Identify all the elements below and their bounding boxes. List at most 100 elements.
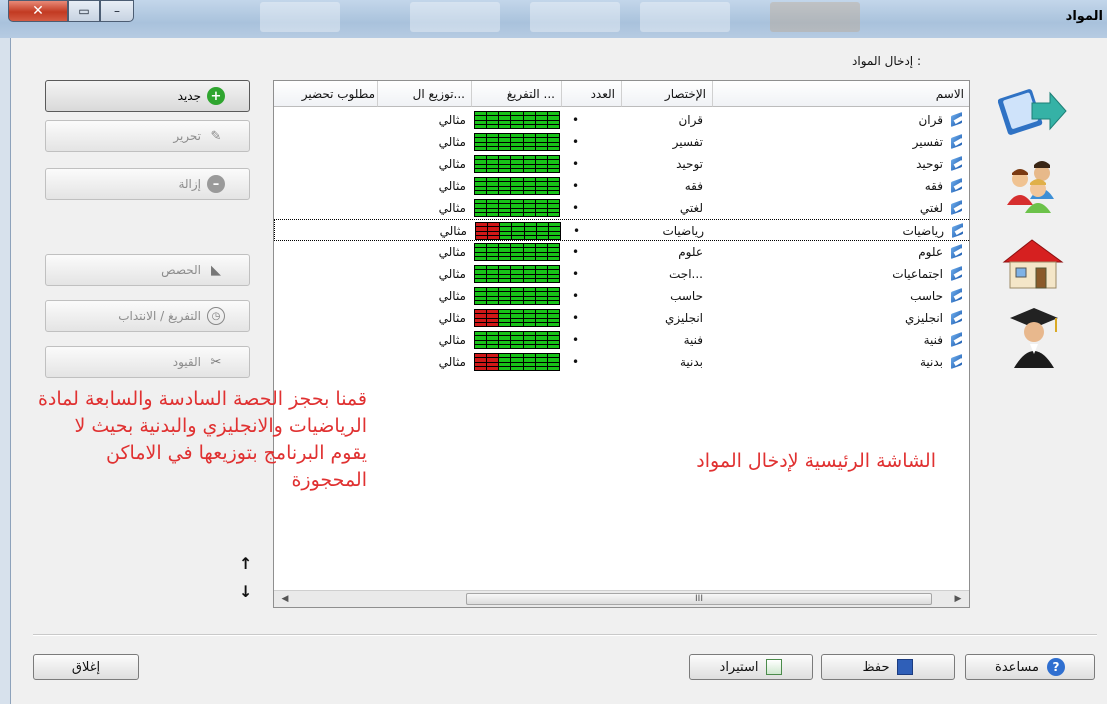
release-grid-preview[interactable] xyxy=(474,309,560,327)
subject-name-cell[interactable]: لغتي xyxy=(713,197,969,219)
release-grid-preview[interactable] xyxy=(474,287,560,305)
release-grid-preview[interactable] xyxy=(474,243,560,261)
subjects-grid[interactable]: الاسم الإختصار العدد التفريغ ... توزيع ا… xyxy=(273,80,970,608)
subject-abbreviation[interactable]: علوم xyxy=(622,241,713,263)
table-row[interactable]: فقه فقه • مثالي xyxy=(274,175,969,197)
distribution-status[interactable]: مثالي xyxy=(378,241,472,263)
table-row[interactable]: اجتماعيات اجت... • مثالي xyxy=(274,263,969,285)
distribution-status[interactable]: مثالي xyxy=(378,263,472,285)
subject-abbreviation[interactable]: لغتي xyxy=(622,197,713,219)
subject-count[interactable]: • xyxy=(562,197,622,219)
distribution-status[interactable]: مثالي xyxy=(379,220,473,242)
scroll-right-arrow-icon[interactable]: ▶ xyxy=(951,592,965,606)
subject-name-cell[interactable]: توحيد xyxy=(713,153,969,175)
distribution-status[interactable]: مثالي xyxy=(378,131,472,153)
scroll-left-arrow-icon[interactable]: ◀ xyxy=(278,592,292,606)
subject-name-cell[interactable]: اجتماعيات xyxy=(713,263,969,285)
subject-count[interactable]: • xyxy=(562,351,622,373)
subject-abbreviation[interactable]: حاسب xyxy=(622,285,713,307)
column-header-prep-required[interactable]: مطلوب تحضير xyxy=(274,81,378,107)
subject-count[interactable]: • xyxy=(562,109,622,131)
edit-button[interactable]: تحرير ✎ xyxy=(45,120,250,152)
release-grid-preview[interactable] xyxy=(474,155,560,173)
subject-count[interactable]: • xyxy=(562,285,622,307)
subject-abbreviation[interactable]: بدنية xyxy=(622,351,713,373)
close-button[interactable]: إغلاق xyxy=(33,654,139,680)
teachers-group-icon[interactable] xyxy=(998,152,1068,218)
subject-abbreviation[interactable]: توحيد xyxy=(622,153,713,175)
subject-abbreviation[interactable]: اجت... xyxy=(622,263,713,285)
subject-count[interactable]: • xyxy=(562,307,622,329)
subject-abbreviation[interactable]: تفسير xyxy=(622,131,713,153)
distribution-status[interactable]: مثالي xyxy=(378,109,472,131)
release-grid-preview[interactable] xyxy=(474,111,560,129)
release-grid-preview[interactable] xyxy=(474,331,560,349)
subject-abbreviation[interactable]: فنية xyxy=(622,329,713,351)
release-grid-preview[interactable] xyxy=(474,177,560,195)
table-row[interactable]: انجليزي انجليزي • مثالي xyxy=(274,307,969,329)
column-header-abbreviation[interactable]: الإختصار xyxy=(622,81,713,107)
release-grid-preview[interactable] xyxy=(474,199,560,217)
periods-button[interactable]: الحصص ◣ xyxy=(45,254,250,286)
subject-abbreviation[interactable]: قران xyxy=(622,109,713,131)
table-row[interactable]: لغتي لغتي • مثالي xyxy=(274,197,969,219)
maximize-button[interactable]: ▭ xyxy=(68,0,100,22)
subject-count[interactable]: • xyxy=(562,131,622,153)
table-row[interactable]: حاسب حاسب • مثالي xyxy=(274,285,969,307)
table-row[interactable]: رياضيات رياضيات • مثالي xyxy=(274,219,969,242)
subject-count[interactable]: • xyxy=(562,175,622,197)
subject-name-cell[interactable]: تفسير xyxy=(713,131,969,153)
column-header-count[interactable]: العدد xyxy=(562,81,622,107)
release-grid-preview[interactable] xyxy=(474,265,560,283)
table-row[interactable]: قران قران • مثالي xyxy=(274,109,969,131)
distribution-status[interactable]: مثالي xyxy=(378,175,472,197)
column-header-release[interactable]: التفريغ ... xyxy=(472,81,562,107)
subject-abbreviation[interactable]: رياضيات xyxy=(623,220,714,242)
subject-abbreviation[interactable]: فقه xyxy=(622,175,713,197)
subject-name-cell[interactable]: فقه xyxy=(713,175,969,197)
table-row[interactable]: بدنية بدنية • مثالي xyxy=(274,351,969,373)
distribution-status[interactable]: مثالي xyxy=(378,285,472,307)
distribution-status[interactable]: مثالي xyxy=(378,153,472,175)
subjects-book-icon[interactable] xyxy=(998,78,1068,144)
move-down-arrow-icon[interactable]: ↓ xyxy=(239,582,252,601)
import-button[interactable]: استيراد xyxy=(689,654,813,680)
subject-name-cell[interactable]: علوم xyxy=(713,241,969,263)
subject-name-cell[interactable]: قران xyxy=(713,109,969,131)
close-window-button[interactable]: ✕ xyxy=(8,0,68,22)
save-button[interactable]: حفظ xyxy=(821,654,955,680)
release-grid-preview[interactable] xyxy=(475,222,561,240)
table-row[interactable]: علوم علوم • مثالي xyxy=(274,241,969,263)
distribution-status[interactable]: مثالي xyxy=(378,329,472,351)
distribution-status[interactable]: مثالي xyxy=(378,351,472,373)
subject-count[interactable]: • xyxy=(562,263,622,285)
subject-name-cell[interactable]: حاسب xyxy=(713,285,969,307)
subject-name-cell[interactable]: بدنية xyxy=(713,351,969,373)
classrooms-house-icon[interactable] xyxy=(998,230,1068,296)
move-up-arrow-icon[interactable]: ↑ xyxy=(239,554,252,573)
subject-count[interactable]: • xyxy=(562,241,622,263)
help-button[interactable]: ? مساعدة xyxy=(965,654,1095,680)
subject-count[interactable]: • xyxy=(562,153,622,175)
table-row[interactable]: تفسير تفسير • مثالي xyxy=(274,131,969,153)
column-header-distribution[interactable]: توزيع ال... xyxy=(378,81,472,107)
new-button[interactable]: جديد + xyxy=(45,80,250,112)
remove-button[interactable]: إزالة – xyxy=(45,168,250,200)
distribution-status[interactable]: مثالي xyxy=(378,307,472,329)
subject-name-cell[interactable]: رياضيات xyxy=(714,220,969,242)
distribution-status[interactable]: مثالي xyxy=(378,197,472,219)
subject-name-cell[interactable]: انجليزي xyxy=(713,307,969,329)
subject-abbreviation[interactable]: انجليزي xyxy=(622,307,713,329)
column-header-name[interactable]: الاسم xyxy=(713,81,969,107)
table-row[interactable]: فنية فنية • مثالي xyxy=(274,329,969,351)
release-button[interactable]: التفريغ / الانتداب ◷ xyxy=(45,300,250,332)
horizontal-scrollbar[interactable]: ◀ III ▶ xyxy=(274,590,969,607)
minimize-button[interactable]: – xyxy=(100,0,134,22)
scrollbar-thumb[interactable]: III xyxy=(466,593,932,605)
release-grid-preview[interactable] xyxy=(474,133,560,151)
constraints-button[interactable]: القيود ✂ xyxy=(45,346,250,378)
release-grid-preview[interactable] xyxy=(474,353,560,371)
subject-count[interactable]: • xyxy=(563,220,623,242)
subject-name-cell[interactable]: فنية xyxy=(713,329,969,351)
subject-count[interactable]: • xyxy=(562,329,622,351)
